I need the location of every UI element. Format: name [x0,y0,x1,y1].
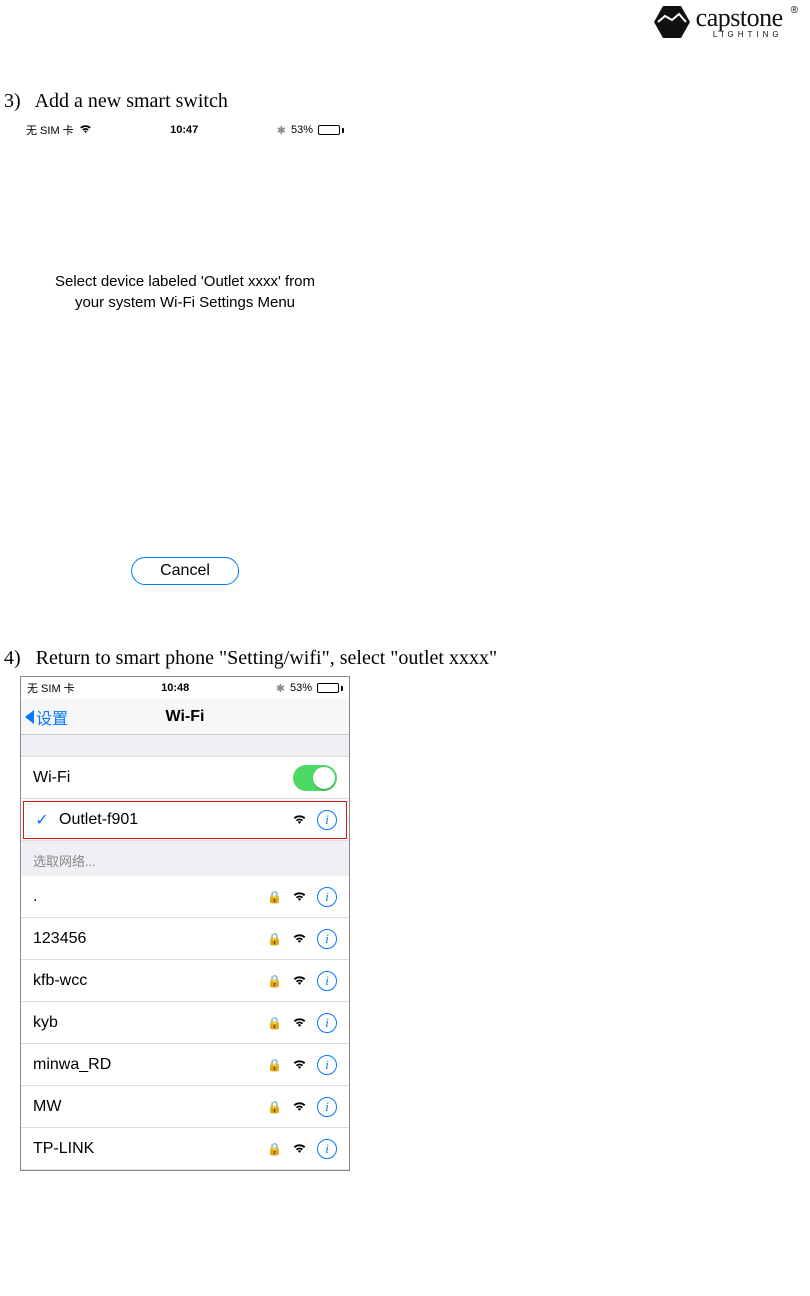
bluetooth-icon: ✱ [277,124,286,137]
instruction-line-1: Select device labeled 'Outlet xxxx' from [40,271,330,292]
battery-icon [318,125,344,135]
connected-network-row[interactable]: ✓ Outlet-f901 i [21,799,349,841]
step-4-number: 4) [4,647,21,669]
network-row[interactable]: . 🔒 i [21,876,349,918]
chevron-left-icon [25,710,34,724]
network-row[interactable]: 123456 🔒 i [21,918,349,960]
network-name: . [33,888,259,906]
step-4-heading: 4) Return to smart phone "Setting/wifi",… [4,647,810,670]
brand-subtitle: LIGHTING [696,31,783,38]
sim-status-2: 无 SIM 卡 [27,680,75,696]
nav-title: Wi-Fi [166,708,205,726]
battery-icon-2 [317,683,343,693]
lock-icon: 🔒 [267,932,282,946]
brand-hex-icon [654,6,690,38]
phone-screenshot-1: 无 SIM 卡 10:47 ✱ 53% Select device labele… [20,119,350,611]
instruction-line-2: your system Wi-Fi Settings Menu [40,292,330,313]
connected-network-name: Outlet-f901 [59,811,284,829]
wifi-status-icon [79,124,92,137]
lock-icon: 🔒 [267,890,282,904]
info-icon[interactable]: i [317,1013,337,1033]
lock-icon: 🔒 [267,1058,282,1072]
wifi-toggle-row: Wi-Fi [21,757,349,799]
lock-icon: 🔒 [267,1142,282,1156]
setup-instruction-text: Select device labeled 'Outlet xxxx' from… [20,141,350,313]
spacer [21,735,349,757]
wifi-signal-icon [292,1059,307,1070]
wifi-label: Wi-Fi [33,769,285,787]
network-list: .🔒i123456🔒ikfb-wcc🔒ikyb🔒iminwa_RD🔒iMW🔒iT… [21,876,349,1170]
battery-percent: 53% [291,124,313,136]
wifi-signal-icon [292,975,307,986]
info-icon[interactable]: i [317,887,337,907]
network-row[interactable]: MW 🔒 i [21,1086,349,1128]
brand-text: capstone LIGHTING [696,6,783,39]
lock-icon: 🔒 [267,974,282,988]
network-row[interactable]: TP-LINK 🔒 i [21,1128,349,1170]
brand-logo-block: capstone LIGHTING ® [654,6,798,39]
sim-status: 无 SIM 卡 [26,122,74,138]
registered-mark: ® [791,5,798,16]
status-time: 10:47 [170,124,198,136]
wifi-signal-icon [292,933,307,944]
lock-icon: 🔒 [267,1016,282,1030]
network-name: kyb [33,1014,259,1032]
network-name: 123456 [33,930,259,948]
network-row[interactable]: minwa_RD 🔒 i [21,1044,349,1086]
network-row[interactable]: kfb-wcc 🔒 i [21,960,349,1002]
status-bar-2: 无 SIM 卡 10:48 ✱ 53% [21,677,349,699]
cancel-button[interactable]: Cancel [131,557,239,585]
wifi-signal-icon [292,1101,307,1112]
checkmark-icon: ✓ [33,810,51,830]
wifi-signal-icon [292,1017,307,1028]
status-time-2: 10:48 [161,682,189,694]
brand-name: capstone [696,6,783,29]
step-3-text: Add a new smart switch [35,90,228,112]
network-name: minwa_RD [33,1056,259,1074]
step-4-text: Return to smart phone "Setting/wifi", se… [36,647,497,669]
network-row[interactable]: kyb 🔒 i [21,1002,349,1044]
network-name: kfb-wcc [33,972,259,990]
wifi-signal-icon [292,814,307,825]
network-name: TP-LINK [33,1140,259,1158]
info-icon[interactable]: i [317,1097,337,1117]
wifi-toggle[interactable] [293,765,337,791]
step-3-number: 3) [4,90,21,112]
battery-percent-2: 53% [290,682,312,694]
wifi-signal-icon [292,1143,307,1154]
wifi-signal-icon [292,891,307,902]
info-icon[interactable]: i [317,929,337,949]
info-icon[interactable]: i [317,810,337,830]
nav-bar: 设置 Wi-Fi [21,699,349,735]
info-icon[interactable]: i [317,971,337,991]
status-bar: 无 SIM 卡 10:47 ✱ 53% [20,119,350,141]
nav-back-label: 设置 [36,705,68,729]
bluetooth-icon-2: ✱ [276,682,285,695]
lock-icon: 🔒 [267,1100,282,1114]
nav-back-button[interactable]: 设置 [21,705,68,729]
network-name: MW [33,1098,259,1116]
phone-screenshot-2: 无 SIM 卡 10:48 ✱ 53% 设置 Wi-Fi Wi-Fi ✓ Out… [20,676,350,1171]
step-3-heading: 3) Add a new smart switch [4,90,810,113]
choose-network-header: 选取网络... [21,841,349,876]
info-icon[interactable]: i [317,1139,337,1159]
info-icon[interactable]: i [317,1055,337,1075]
